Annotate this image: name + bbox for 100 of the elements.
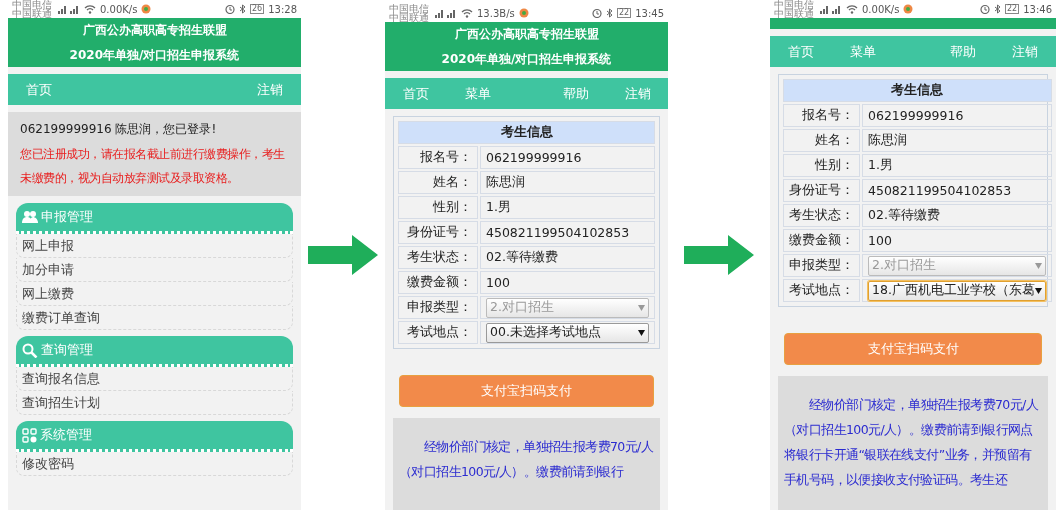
app-icon (903, 4, 914, 14)
menu-item[interactable]: 查询招生计划 (16, 391, 293, 415)
nav-link[interactable]: 菜单 (850, 42, 876, 61)
field-label: 报名号： (398, 146, 478, 169)
field-value: 100 (862, 229, 1052, 252)
carrier-name: 中国联通 (389, 13, 429, 22)
nav-link[interactable]: 注销 (1012, 42, 1038, 61)
signal-icon (56, 4, 80, 14)
menu-item[interactable]: 网上申报 (16, 234, 293, 258)
header-title: 广西公办高职高专招生联盟 (453, 26, 600, 42)
select-field: 2.对口招生 (868, 255, 1046, 276)
field-label: 性别： (783, 154, 860, 177)
clock-time: 13:28 (268, 3, 297, 15)
nav-link[interactable]: 帮助 (563, 84, 589, 103)
select-field[interactable]: 00.未选择考试地点 (486, 322, 649, 343)
menu-item[interactable]: 修改密码 (16, 452, 293, 476)
field-label: 缴费金额： (398, 271, 478, 294)
search-icon (22, 342, 38, 358)
carrier-name: 中国电信 (12, 0, 52, 9)
payment-notice: 经物价部门核定，单独招生报考费70元/人（对口招生100元/人）。缴费前请到银行网点将银行卡开通“银联在线支付”业务，并预留有手机号码，以便接收支付验证码。考生还 (778, 376, 1048, 510)
network-speed: 0.00K/s (862, 3, 900, 15)
field-label: 缴费金额： (783, 229, 860, 252)
bluetooth-icon (239, 4, 246, 14)
wifi-icon (84, 4, 96, 14)
field-label: 身份证号： (398, 221, 478, 244)
carrier-name: 中国联通 (774, 9, 814, 18)
signal-icon (433, 8, 457, 18)
carrier-name: 中国电信 (389, 4, 429, 13)
dropdown-caret-icon (1034, 262, 1042, 269)
battery-level: 22 (1005, 4, 1020, 14)
field-label: 报名号： (783, 104, 860, 127)
payment-warning: 您已注册成功，请在报名截止前进行缴费操作，考生未缴费的，视为自动放弃测试及录取资格。 (20, 146, 286, 187)
field-label: 考生状态： (783, 204, 860, 227)
payment-notice: 经物价部门核定，单独招生报考费70元/人（对口招生100元/人）。缴费前请到银行 (393, 418, 660, 510)
menu-item[interactable]: 缴费订单查询 (16, 306, 293, 330)
field-label: 申报类型： (783, 254, 860, 277)
clock-time: 13:46 (1023, 3, 1052, 15)
field-value: 陈思润 (480, 171, 655, 194)
menu-group-title: 系统管理 (40, 426, 92, 444)
menu-item[interactable]: 加分申请 (16, 258, 293, 282)
table-title: 考生信息 (783, 79, 1052, 102)
field-label: 考生状态： (398, 246, 478, 269)
field-label: 考试地点： (398, 321, 478, 344)
pay-button[interactable]: 支付宝扫码支付 (784, 333, 1042, 365)
alarm-icon (225, 4, 235, 14)
network-speed: 0.00K/s (100, 3, 138, 15)
alarm-icon (592, 8, 602, 18)
select-field[interactable]: 18.广西机电工业学校（东葛 (868, 280, 1046, 301)
bluetooth-icon (994, 4, 1001, 14)
network-speed: 13.3B/s (477, 7, 515, 19)
nav-link[interactable]: 注销 (625, 84, 651, 103)
field-value: 062199999916 (480, 146, 655, 169)
nav-link[interactable]: 首页 (403, 84, 429, 103)
select-field: 2.对口招生 (486, 297, 649, 318)
alarm-icon (980, 4, 990, 14)
field-value: 100 (480, 271, 655, 294)
nav-link[interactable]: 帮助 (950, 42, 976, 61)
nav-link[interactable]: 首页 (788, 42, 814, 61)
signal-icon (818, 4, 842, 14)
dropdown-caret-icon (638, 304, 645, 311)
nav-link[interactable]: 注销 (257, 80, 283, 99)
carrier-name: 中国电信 (774, 0, 814, 9)
nav-link[interactable]: 首页 (26, 80, 52, 99)
clock-time: 13:45 (635, 7, 664, 19)
header-title: 2020年单独/对口招生申报系统 (68, 47, 241, 63)
field-label: 申报类型： (398, 296, 478, 319)
right-arrow-icon (684, 235, 754, 275)
field-value: 450821199504102853 (862, 179, 1052, 202)
wifi-icon (461, 8, 473, 18)
table-title: 考生信息 (398, 121, 655, 144)
login-message: 062199999916 陈思润，您已登录! (20, 121, 218, 138)
grid-icon (22, 427, 37, 443)
field-value: 062199999916 (862, 104, 1052, 127)
dropdown-caret-icon (638, 329, 645, 336)
field-value: 450821199504102853 (480, 221, 655, 244)
wifi-icon (846, 4, 858, 14)
battery-level: 22 (617, 8, 632, 18)
menu-item[interactable]: 网上缴费 (16, 282, 293, 306)
field-value: 1.男 (862, 154, 1052, 177)
field-label: 考试地点： (783, 279, 860, 302)
field-value: 陈思润 (862, 129, 1052, 152)
header-title: 2020年单独/对口招生申报系统 (440, 51, 613, 67)
app-icon (141, 4, 152, 14)
menu-item[interactable]: 查询报名信息 (16, 367, 293, 391)
bluetooth-icon (606, 8, 613, 18)
dropdown-caret-icon (1034, 287, 1042, 294)
header-title: 广西公办高职高专招生联盟 (81, 22, 228, 38)
field-label: 性别： (398, 196, 478, 219)
people-icon (22, 210, 38, 224)
field-label: 姓名： (398, 171, 478, 194)
field-value: 02.等待缴费 (862, 204, 1052, 227)
field-value: 1.男 (480, 196, 655, 219)
right-arrow-icon (308, 235, 378, 275)
pay-button[interactable]: 支付宝扫码支付 (399, 375, 654, 407)
field-label: 身份证号： (783, 179, 860, 202)
menu-group-title: 查询管理 (41, 341, 93, 359)
carrier-name: 中国联通 (12, 9, 52, 18)
app-icon (518, 8, 529, 18)
nav-link[interactable]: 菜单 (465, 84, 491, 103)
field-value: 02.等待缴费 (480, 246, 655, 269)
